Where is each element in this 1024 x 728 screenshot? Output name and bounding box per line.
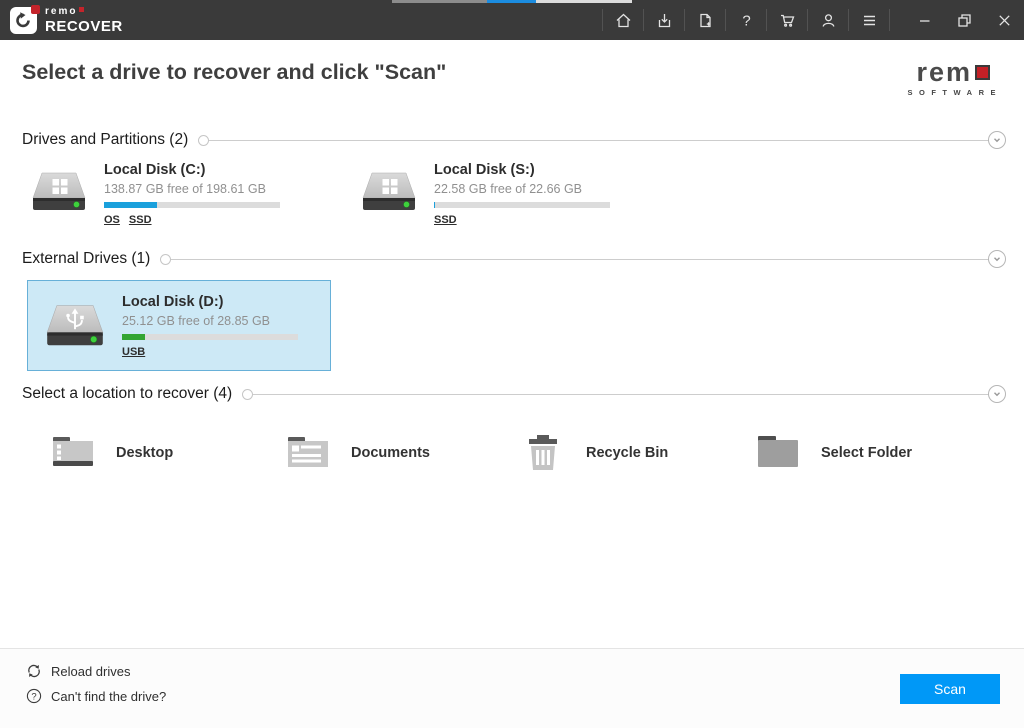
drive-tag-os: OS	[104, 214, 120, 226]
section-line-knob	[160, 254, 171, 265]
drive-card-c[interactable]: Local Disk (C:) 138.87 GB free of 198.61…	[30, 162, 330, 226]
add-file-icon[interactable]	[685, 0, 725, 40]
location-select-folder[interactable]: Select Folder	[755, 433, 990, 473]
collapse-locations-chevron-down-icon[interactable]	[988, 385, 1006, 403]
collapse-external-chevron-down-icon[interactable]	[988, 250, 1006, 268]
reload-icon	[26, 663, 42, 679]
location-recycle-bin[interactable]: Recycle Bin	[520, 433, 755, 473]
drive-name: Local Disk (C:)	[104, 162, 280, 178]
strip-segment-light	[536, 0, 632, 3]
cant-find-drive-link[interactable]: ? Can't find the drive?	[26, 688, 166, 704]
svg-text:?: ?	[31, 691, 36, 702]
scan-button[interactable]: Scan	[900, 674, 1000, 704]
section-line-knob	[198, 135, 209, 146]
drive-usage-bar	[434, 202, 610, 208]
section-locations-label: Select a location to recover (4)	[22, 385, 232, 403]
section-divider-line	[252, 394, 989, 395]
drive-tag-usb: USB	[122, 346, 145, 358]
separator	[889, 9, 890, 31]
section-drives-label: Drives and Partitions (2)	[22, 131, 188, 149]
brand-red-square	[79, 7, 84, 12]
drives-list: Local Disk (C:) 138.87 GB free of 198.61…	[30, 162, 1024, 226]
drive-usage-bar	[122, 334, 298, 340]
page-title: Select a drive to recover and click "Sca…	[22, 60, 446, 85]
section-external-header: External Drives (1)	[22, 250, 1006, 268]
location-label: Recycle Bin	[586, 445, 668, 461]
remo-logo-word: rem	[916, 60, 972, 84]
close-icon[interactable]	[984, 0, 1024, 40]
titlebar: remo RECOVER ?	[0, 0, 1024, 40]
section-line-knob	[242, 389, 253, 400]
menu-icon[interactable]	[849, 0, 889, 40]
drive-free-space: 138.87 GB free of 198.61 GB	[104, 182, 280, 196]
select-folder-icon	[755, 433, 801, 473]
drive-name: Local Disk (D:)	[122, 294, 298, 310]
titlebar-progress-strip	[392, 0, 632, 3]
reload-drives-link[interactable]: Reload drives	[26, 663, 166, 679]
drive-usage-bar	[104, 202, 280, 208]
section-locations-header: Select a location to recover (4)	[22, 385, 1006, 403]
drive-usage-fill	[434, 202, 435, 208]
strip-segment-blue	[487, 0, 536, 3]
remo-software-logo: rem SOFTWARE	[905, 60, 1003, 97]
location-desktop[interactable]: Desktop	[50, 433, 285, 473]
section-divider-line	[170, 259, 989, 260]
download-icon[interactable]	[644, 0, 684, 40]
drive-name: Local Disk (S:)	[434, 162, 610, 178]
section-drives-header: Drives and Partitions (2)	[22, 131, 1006, 149]
location-label: Select Folder	[821, 445, 912, 461]
locations-list: Desktop Documents Recycle Bin Select Fol…	[50, 433, 1024, 473]
undo-arrow-icon	[14, 11, 33, 30]
usb-drive-icon	[44, 300, 106, 358]
drive-free-space: 22.58 GB free of 22.66 GB	[434, 182, 610, 196]
section-external-label: External Drives (1)	[22, 250, 150, 268]
app-logo: remo RECOVER	[10, 7, 123, 34]
brand-large-label: RECOVER	[45, 19, 123, 34]
location-label: Documents	[351, 445, 430, 461]
account-icon[interactable]	[808, 0, 848, 40]
hard-drive-windows-icon	[30, 168, 88, 226]
recycle-bin-icon	[520, 433, 566, 473]
reload-drives-label: Reload drives	[51, 664, 131, 679]
remo-logo-subtitle: SOFTWARE	[908, 88, 1003, 97]
location-label: Desktop	[116, 445, 173, 461]
logo-red-dot	[31, 5, 40, 14]
desktop-folder-icon	[50, 433, 96, 473]
drive-free-space: 25.12 GB free of 28.85 GB	[122, 314, 298, 328]
brand-text: remo RECOVER	[45, 7, 123, 34]
help-icon[interactable]: ?	[726, 0, 766, 40]
home-icon[interactable]	[603, 0, 643, 40]
restore-icon[interactable]	[944, 0, 984, 40]
remo-logo-red-square	[975, 65, 990, 80]
location-documents[interactable]: Documents	[285, 433, 520, 473]
cart-icon[interactable]	[767, 0, 807, 40]
strip-segment-gray	[392, 0, 487, 3]
footer-bar: Reload drives ? Can't find the drive? Sc…	[0, 648, 1024, 728]
svg-text:?: ?	[742, 12, 750, 29]
minimize-icon[interactable]	[904, 0, 944, 40]
app-logo-icon	[10, 7, 37, 34]
documents-folder-icon	[285, 433, 331, 473]
brand-small-label: remo	[45, 7, 77, 17]
hard-drive-windows-icon	[360, 168, 418, 226]
drive-usage-fill	[104, 202, 157, 208]
section-divider-line	[208, 140, 989, 141]
titlebar-actions: ?	[602, 0, 1024, 40]
drive-tag-ssd: SSD	[434, 214, 457, 226]
cant-find-drive-label: Can't find the drive?	[51, 689, 166, 704]
drive-tag-ssd: SSD	[129, 214, 152, 226]
drive-usage-fill	[122, 334, 145, 340]
drive-card-d-selected[interactable]: Local Disk (D:) 25.12 GB free of 28.85 G…	[27, 280, 331, 371]
drive-card-s[interactable]: Local Disk (S:) 22.58 GB free of 22.66 G…	[360, 162, 660, 226]
question-circle-icon: ?	[26, 688, 42, 704]
collapse-drives-chevron-down-icon[interactable]	[988, 131, 1006, 149]
